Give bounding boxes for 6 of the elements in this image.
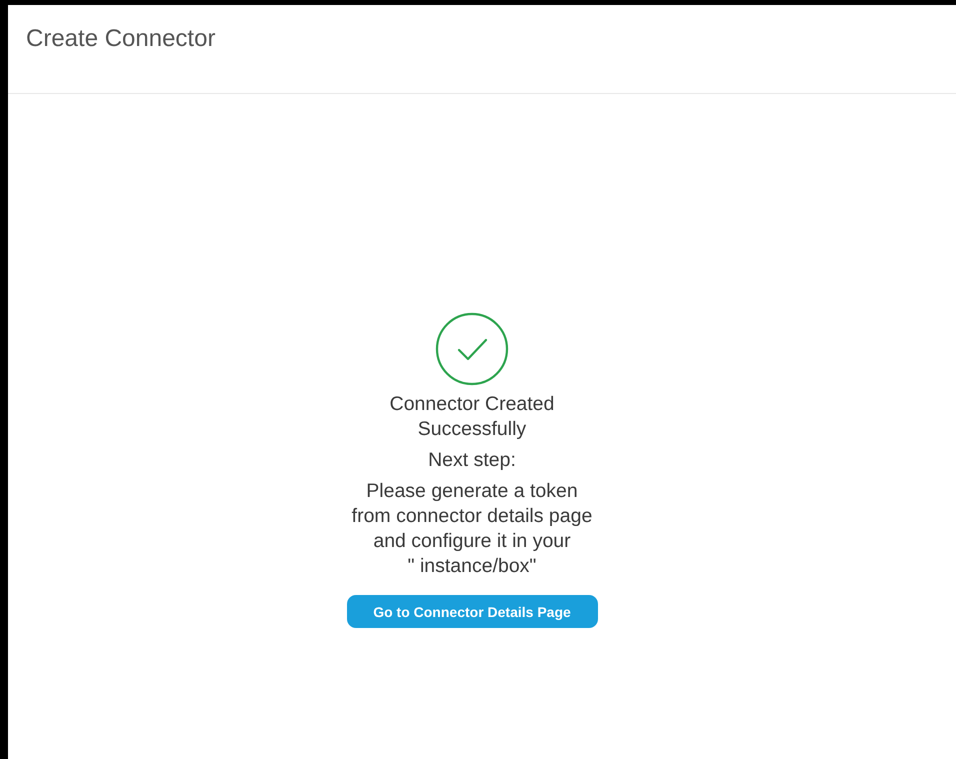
- instruction-text: Please generate a token from connector details page and configure it in your " instance/box": [352, 479, 592, 579]
- check-circle-icon: [435, 312, 509, 386]
- connector-details-button[interactable]: Go to Connector Details Page: [346, 595, 598, 628]
- success-message: Connector Created Successfully: [390, 392, 554, 442]
- page-title: Create Connector: [26, 24, 216, 53]
- next-step-label: Next step:: [428, 448, 516, 473]
